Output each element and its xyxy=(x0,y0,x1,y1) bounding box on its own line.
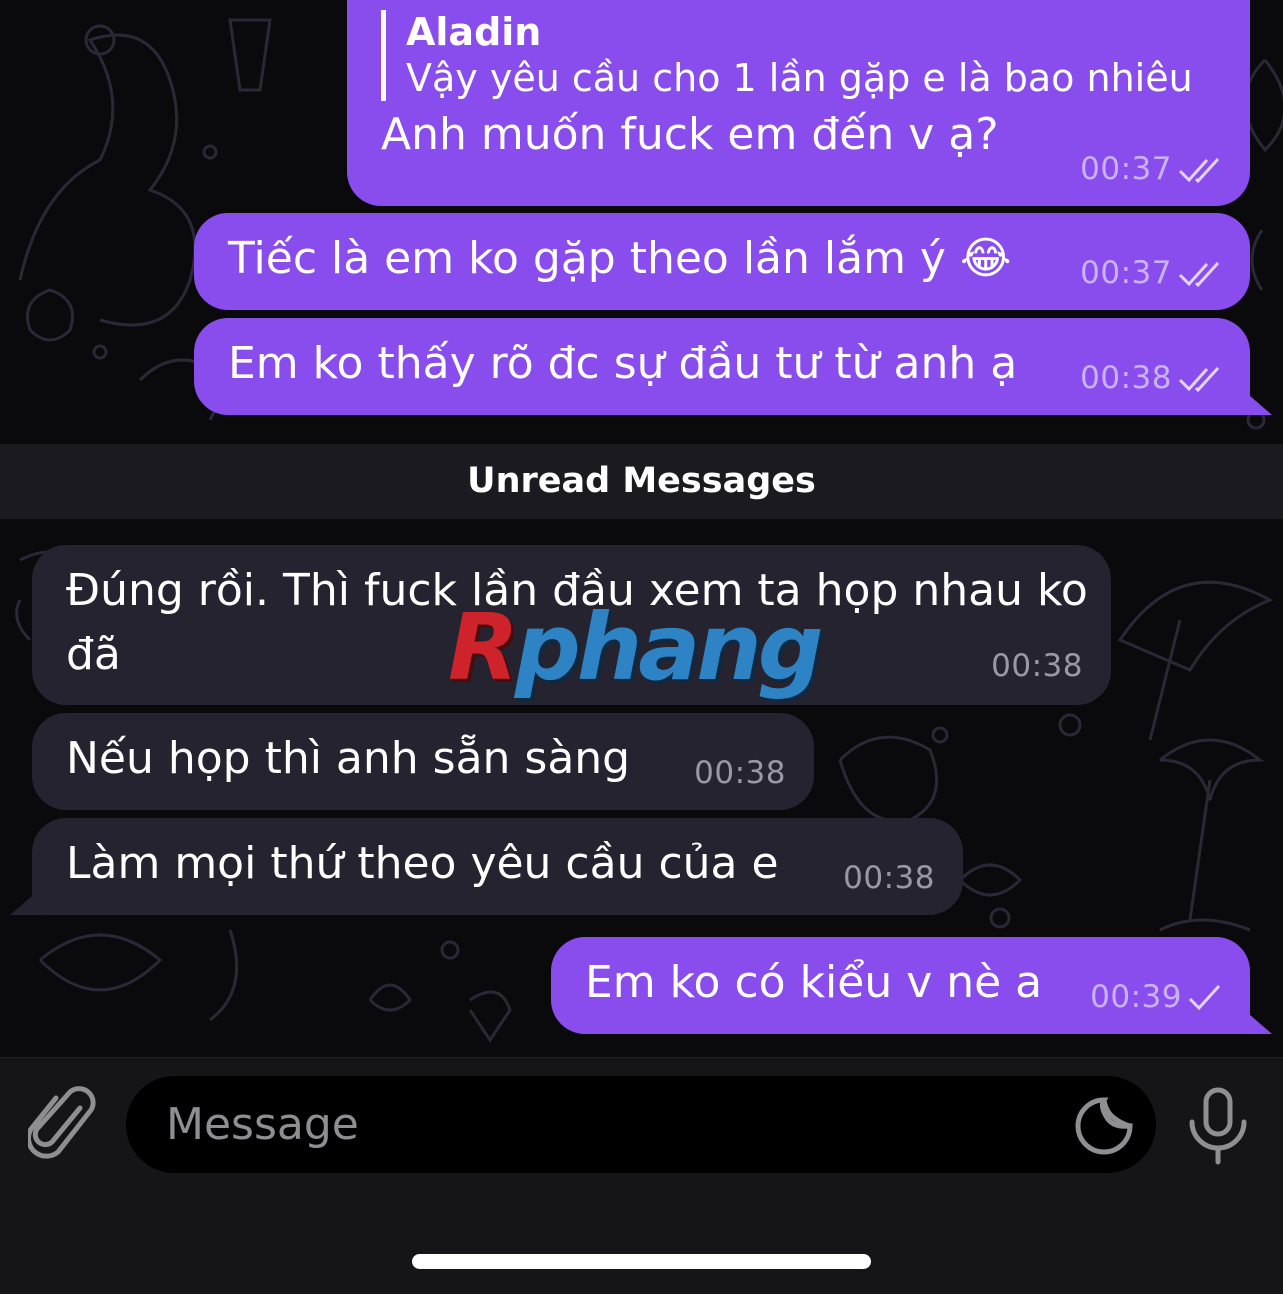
message-text: Em ko thấy rõ đc sự đầu tư từ anh ạ xyxy=(228,338,1018,389)
outgoing-message[interactable]: Em ko có kiểu v nè a 00:39 xyxy=(551,937,1250,1034)
message-meta: 00:37 xyxy=(1080,147,1222,192)
message-time: 00:38 xyxy=(1080,360,1172,397)
incoming-message[interactable]: Nếu họp thì anh sẵn sàng 00:38 xyxy=(32,713,814,810)
message-meta: 00:37 xyxy=(1080,251,1222,296)
message-time: 00:37 xyxy=(1080,255,1172,292)
message-text: Làm mọi thứ theo yêu cầu của e xyxy=(66,838,779,889)
message-time: 00:38 xyxy=(694,755,786,792)
message-meta: 00:38 xyxy=(1080,356,1222,401)
message-meta: 00:38 xyxy=(694,751,786,796)
message-text: Nếu họp thì anh sẵn sàng xyxy=(66,733,631,784)
message-meta: 00:38 xyxy=(843,856,935,901)
watermark-logo: Rphang xyxy=(448,594,824,701)
message-time: 00:38 xyxy=(843,860,935,897)
unread-messages-divider: Unread Messages xyxy=(0,444,1283,519)
message-placeholder: Message xyxy=(166,1099,359,1150)
message-time: 00:39 xyxy=(1090,979,1182,1016)
check-icon xyxy=(1188,984,1222,1011)
reply-quote[interactable]: Aladin Vậy yêu cầu cho 1 lần gặp e là ba… xyxy=(381,10,1222,102)
message-meta: 00:39 xyxy=(1090,975,1222,1020)
message-time: 00:37 xyxy=(1080,151,1172,188)
message-meta: 00:38 xyxy=(991,644,1083,689)
outgoing-message[interactable]: Em ko thấy rõ đc sự đầu tư từ anh ạ 00:3… xyxy=(194,318,1250,415)
reply-sender-name: Aladin xyxy=(406,10,542,54)
incoming-message[interactable]: Làm mọi thứ theo yêu cầu của e 00:38 xyxy=(32,818,963,915)
double-check-icon xyxy=(1178,261,1222,287)
microphone-icon[interactable] xyxy=(1186,1086,1250,1166)
outgoing-message[interactable]: Aladin Vậy yêu cầu cho 1 lần gặp e là ba… xyxy=(347,0,1250,206)
reply-text: Vậy yêu cầu cho 1 lần gặp e là bao nhiêu xyxy=(406,55,1193,100)
message-input[interactable]: Message xyxy=(126,1076,1156,1173)
outgoing-message[interactable]: Tiếc là em ko gặp theo lần lắm ý 😂 00:37 xyxy=(194,213,1250,310)
double-check-icon xyxy=(1178,157,1222,183)
chat-area: Aladin Vậy yêu cầu cho 1 lần gặp e là ba… xyxy=(0,0,1283,1057)
double-check-icon xyxy=(1178,366,1222,392)
sticker-icon[interactable] xyxy=(1074,1096,1134,1156)
message-text: Tiếc là em ko gặp theo lần lắm ý 😂 xyxy=(228,233,1012,284)
paperclip-icon[interactable] xyxy=(26,1084,100,1164)
home-indicator[interactable] xyxy=(412,1254,871,1269)
message-time: 00:38 xyxy=(991,648,1083,685)
